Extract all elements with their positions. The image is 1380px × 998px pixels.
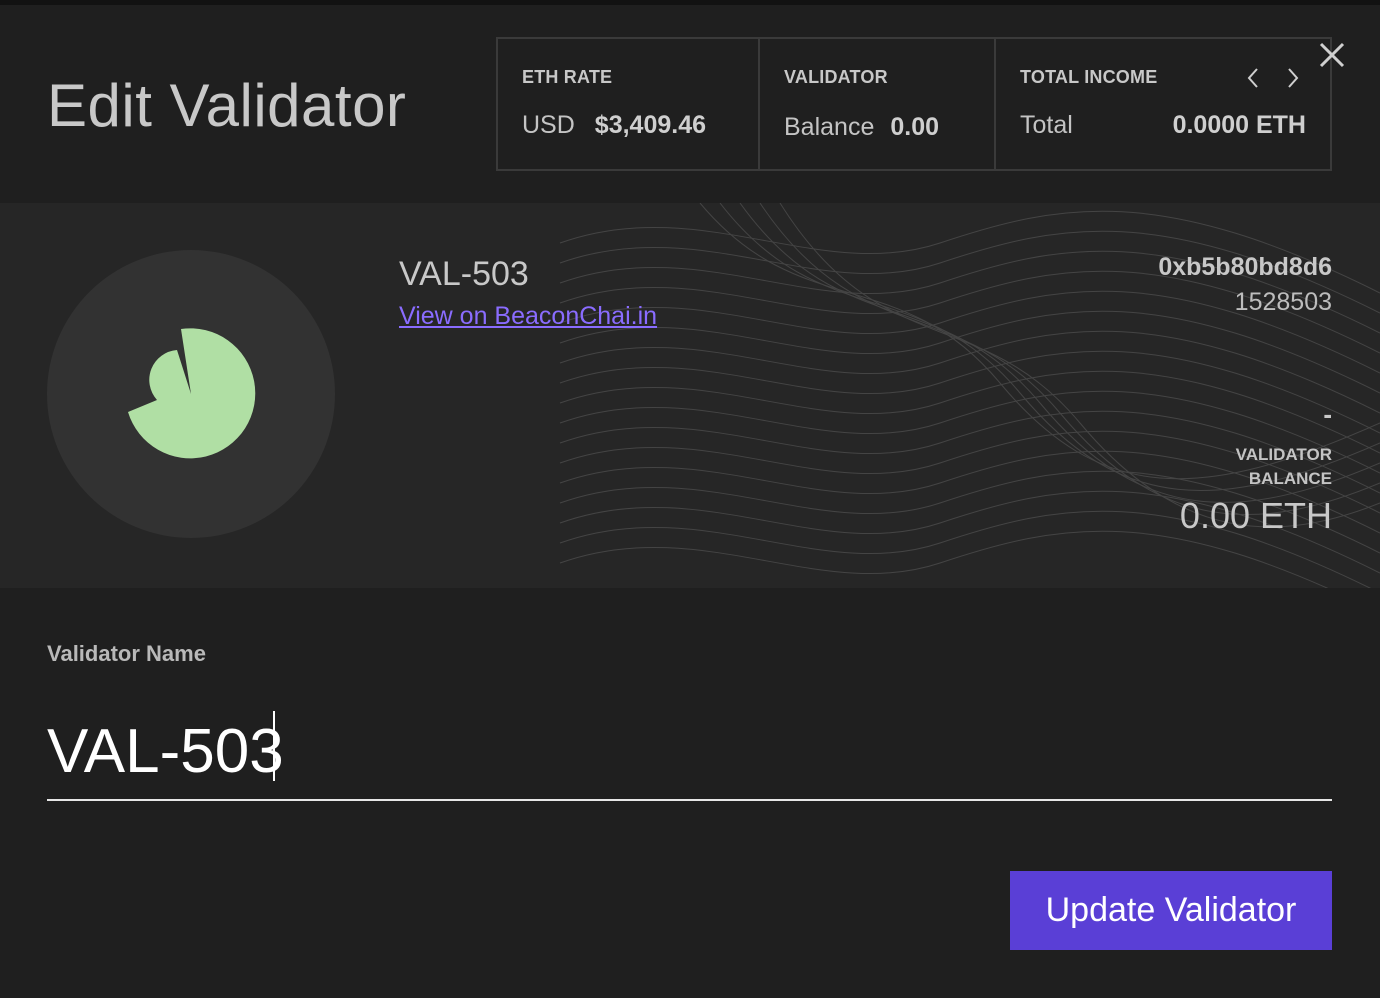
- text-cursor: [273, 711, 275, 781]
- validator-balance-key: Balance: [784, 113, 875, 141]
- chevron-right-icon[interactable]: [1284, 65, 1302, 91]
- eth-rate-stat: ETH RATE USD $3,409.46: [498, 39, 760, 169]
- balance-label-line1: VALIDATOR: [1235, 445, 1332, 464]
- chevron-left-icon[interactable]: [1244, 65, 1262, 91]
- total-income-key: Total: [1020, 111, 1073, 139]
- total-income-row: Total 0.0000 ETH: [1020, 111, 1306, 140]
- validator-balance-value: 0.00: [890, 113, 940, 141]
- income-pager: [1244, 65, 1302, 91]
- validator-name: VAL-503: [399, 255, 529, 293]
- validator-status-dash: -: [1323, 399, 1332, 429]
- page-title: Edit Validator: [47, 72, 407, 139]
- total-income-value: 0.0000 ETH: [1172, 111, 1306, 139]
- validator-avatar-icon: [128, 328, 256, 459]
- eth-rate-value: $3,409.46: [594, 111, 707, 139]
- validator-balance-row: Balance 0.00: [784, 113, 939, 142]
- validator-name-input[interactable]: [47, 703, 1332, 801]
- validator-balance-label: VALIDATOR BALANCE: [1132, 443, 1332, 491]
- eth-rate-row: USD $3,409.46: [522, 111, 706, 140]
- validator-identity: 0xb5b80bd8d6 1528503: [1158, 253, 1332, 317]
- validator-name-label: Validator Name: [47, 641, 206, 666]
- validator-stat: VALIDATOR Balance 0.00: [760, 39, 996, 169]
- modal-header: Edit Validator ETH RATE USD $3,409.46 VA…: [0, 5, 1380, 203]
- beaconchain-link[interactable]: View on BeaconChai.in: [399, 302, 657, 331]
- validator-balance-amount: 0.00 ETH: [1179, 495, 1332, 536]
- balance-label-line2: BALANCE: [1248, 469, 1332, 488]
- total-income-stat: TOTAL INCOME Total 0.0000 ETH: [996, 39, 1330, 169]
- edit-validator-modal: Edit Validator ETH RATE USD $3,409.46 VA…: [0, 5, 1380, 998]
- validator-index: 1528503: [1234, 288, 1332, 316]
- stats-panel: ETH RATE USD $3,409.46 VALIDATOR Balance…: [496, 37, 1332, 171]
- total-income-label: TOTAL INCOME: [1020, 67, 1158, 87]
- close-icon[interactable]: [1316, 39, 1348, 71]
- update-validator-button[interactable]: Update Validator: [1010, 871, 1332, 950]
- eth-rate-label: ETH RATE: [522, 67, 613, 87]
- eth-rate-currency: USD: [522, 111, 575, 139]
- validator-address: 0xb5b80bd8d6: [1158, 253, 1332, 281]
- validator-banner: VAL-503 View on BeaconChai.in 0xb5b80bd8…: [0, 203, 1380, 588]
- validator-stat-label: VALIDATOR: [784, 67, 888, 87]
